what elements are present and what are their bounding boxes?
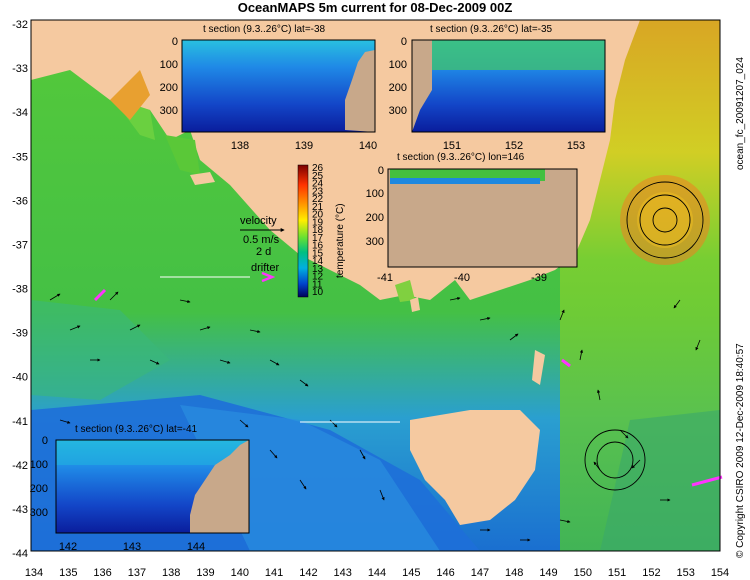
x-tick-label: 144 [368, 567, 386, 579]
x-tick-label: 152 [642, 567, 660, 579]
inset1-ytick: 200 [160, 82, 178, 94]
x-tick-label: 151 [608, 567, 626, 579]
x-tick-label: 143 [334, 567, 352, 579]
y-tick-label: -37 [12, 239, 28, 251]
y-tick-label: -38 [12, 284, 28, 296]
x-axis: 134 135 136 137 138 139 140 141 142 143 144 145 146 1… [25, 567, 729, 579]
x-tick-label: 148 [505, 567, 523, 579]
time-label: 2 d [256, 246, 271, 258]
velocity-label: velocity [240, 215, 277, 227]
inset2-ytick: 300 [389, 105, 407, 117]
inset1-xtick: 140 [359, 140, 377, 152]
inset2-title: t section (9.3..26°C) lat=-35 [430, 24, 553, 35]
x-tick-label: 138 [162, 567, 180, 579]
inset1-xtick: 138 [231, 140, 249, 152]
inset2-xtick: 153 [567, 140, 585, 152]
x-tick-label: 154 [711, 567, 729, 579]
inset4-xtick: 142 [59, 541, 77, 553]
inset1-ytick: 100 [160, 59, 178, 71]
x-tick-label: 142 [299, 567, 317, 579]
y-tick-label: -34 [12, 107, 28, 119]
y-tick-label: -42 [12, 460, 28, 472]
inset-lon-146: t section (9.3..26°C) lon=146 0 100 200 … [366, 152, 578, 284]
drifter-label: drifter [251, 262, 279, 274]
inset3-ytick: 100 [366, 188, 384, 200]
y-tick-label: -32 [12, 19, 28, 31]
colorbar-title: temperature (°C) [335, 203, 346, 278]
inset3-ytick: 200 [366, 212, 384, 224]
inset2-ytick: 100 [389, 59, 407, 71]
inset1-xtick: 139 [295, 140, 313, 152]
inset1-ytick: 300 [160, 105, 178, 117]
x-tick-label: 135 [59, 567, 77, 579]
x-tick-label: 145 [402, 567, 420, 579]
x-tick-label: 139 [196, 567, 214, 579]
y-tick-label: -39 [12, 328, 28, 340]
inset3-title: t section (9.3..26°C) lon=146 [397, 152, 525, 163]
x-tick-label: 147 [471, 567, 489, 579]
inset4-xtick: 144 [187, 541, 205, 553]
inset4-ytick: 0 [42, 435, 48, 447]
inset3-xtick: -39 [531, 272, 547, 284]
inset3-xtick: -41 [377, 272, 393, 284]
colorbar-tick-label: 10 [312, 287, 324, 298]
run-id-label: ocean_fc_20091207_024 [735, 57, 746, 170]
inset4-ytick: 200 [30, 483, 48, 495]
speed-label: 0.5 m/s [243, 234, 280, 246]
x-tick-label: 141 [265, 567, 283, 579]
inset2-ytick: 200 [389, 82, 407, 94]
x-tick-label: 153 [677, 567, 695, 579]
colorbar [297, 164, 309, 298]
inset4-title: t section (9.3..26°C) lat=-41 [75, 424, 198, 435]
inset4-ytick: 300 [30, 507, 48, 519]
x-tick-label: 134 [25, 567, 43, 579]
x-tick-label: 140 [231, 567, 249, 579]
y-axis: -32 -33 -34 -35 -36 -37 -38 -39 -40 -41 -42 -43 -44 [12, 19, 28, 560]
inset1-title: t section (9.3..26°C) lat=-38 [203, 24, 326, 35]
inset4-ytick: 100 [30, 459, 48, 471]
y-tick-label: -36 [12, 195, 28, 207]
y-tick-label: -35 [12, 151, 28, 163]
y-tick-label: -40 [12, 372, 28, 384]
x-tick-label: 137 [128, 567, 146, 579]
inset3-ytick: 300 [366, 236, 384, 248]
inset2-ytick: 0 [401, 36, 407, 48]
y-tick-label: -43 [12, 504, 28, 516]
x-tick-label: 136 [93, 567, 111, 579]
x-tick-label: 149 [539, 567, 557, 579]
inset1-ytick: 0 [172, 36, 178, 48]
y-tick-label: -33 [12, 63, 28, 75]
inset3-xtick: -40 [454, 272, 470, 284]
ocean-map: 134 135 136 137 138 139 140 141 142 143 144 145 146 1… [12, 19, 729, 579]
copyright-label: © Copyright CSIRO 2009 12-Dec-2009 18:40… [735, 343, 746, 558]
y-tick-label: -44 [12, 548, 28, 560]
x-tick-label: 150 [574, 567, 592, 579]
inset3-ytick: 0 [378, 165, 384, 177]
inset4-xtick: 143 [123, 541, 141, 553]
x-tick-label: 146 [436, 567, 454, 579]
inset2-xtick: 152 [505, 140, 523, 152]
y-tick-label: -41 [12, 416, 28, 428]
inset2-xtick: 151 [443, 140, 461, 152]
